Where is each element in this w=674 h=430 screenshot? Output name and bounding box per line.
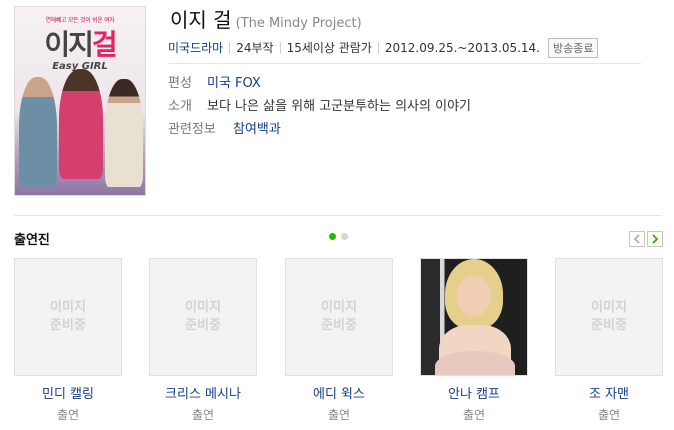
cast-photo[interactable] xyxy=(420,258,528,376)
cast-card[interactable]: 이미지 준비중 에디 윅스 출연 xyxy=(285,258,393,423)
cast-role: 출연 xyxy=(56,408,80,422)
channel-link[interactable]: 미국 FOX xyxy=(207,76,261,91)
cast-card[interactable]: 안나 캠프 출연 xyxy=(420,258,528,423)
detail-row-synopsis: 소개 보다 나은 삶을 위해 고군분투하는 의사의 이야기 xyxy=(168,95,471,114)
air-period: 2012.09.25.~2013.05.14. xyxy=(377,42,546,54)
detail-label: 관련정보 xyxy=(168,122,216,137)
program-poster[interactable]: 연애빼고 모든 것이 쉬운 여자 이지걸 Easy GIRL xyxy=(14,6,146,196)
detail-label: 편성 xyxy=(168,76,192,91)
detail-row-related: 관련정보 참여백과 xyxy=(168,118,281,137)
episode-count: 24부작 xyxy=(229,42,279,54)
cast-role: 출연 xyxy=(597,408,621,422)
image-placeholder: 이미지 준비중 xyxy=(555,258,663,376)
next-page-button[interactable] xyxy=(647,231,663,247)
genre-link[interactable]: 미국드라마 xyxy=(168,42,229,54)
cast-role: 출연 xyxy=(327,408,351,422)
chevron-right-icon xyxy=(652,234,659,244)
chevron-left-icon xyxy=(633,234,640,244)
cast-name[interactable]: 조 자맨 xyxy=(555,383,663,402)
page-indicator-dot[interactable] xyxy=(341,233,348,240)
cast-role: 출연 xyxy=(191,408,215,422)
section-divider xyxy=(14,215,662,216)
detail-row-channel: 편성 미국 FOX xyxy=(168,72,261,91)
page-indicator-dot-active[interactable] xyxy=(329,233,336,240)
detail-label: 소개 xyxy=(168,99,192,114)
program-meta: 미국드라마 24부작 15세이상 관람가 2012.09.25.~2013.05… xyxy=(168,38,599,58)
cast-card[interactable]: 이미지 준비중 조 자맨 출연 xyxy=(555,258,663,423)
cast-card[interactable]: 이미지 준비중 민디 캘링 출연 xyxy=(14,258,122,423)
poster-figure xyxy=(59,69,103,179)
cast-name[interactable]: 안나 캠프 xyxy=(420,383,528,402)
synopsis-text: 보다 나은 삶을 위해 고군분투하는 의사의 이야기 xyxy=(207,99,471,114)
cast-name[interactable]: 크리스 메시나 xyxy=(149,383,257,402)
image-placeholder: 이미지 준비중 xyxy=(149,258,257,376)
status-badge: 방송종료 xyxy=(548,38,599,58)
age-rating: 15세이상 관람가 xyxy=(279,42,378,54)
divider xyxy=(168,63,641,64)
related-link[interactable]: 참여백과 xyxy=(233,122,281,137)
poster-logo: 이지걸 xyxy=(44,28,117,61)
program-title: 이지 걸 (The Mindy Project) xyxy=(170,8,362,32)
cast-card[interactable]: 이미지 준비중 크리스 메시나 출연 xyxy=(149,258,257,423)
cast-section-title: 출연진 xyxy=(14,233,50,248)
image-placeholder: 이미지 준비중 xyxy=(14,258,122,376)
prev-page-button[interactable] xyxy=(629,231,645,247)
poster-figure xyxy=(19,77,57,187)
image-placeholder: 이미지 준비중 xyxy=(285,258,393,376)
poster-figure xyxy=(105,79,143,187)
original-title: (The Mindy Project) xyxy=(235,16,362,31)
cast-name[interactable]: 민디 캘링 xyxy=(14,383,122,402)
cast-role: 출연 xyxy=(462,408,486,422)
cast-name[interactable]: 에디 윅스 xyxy=(285,383,393,402)
